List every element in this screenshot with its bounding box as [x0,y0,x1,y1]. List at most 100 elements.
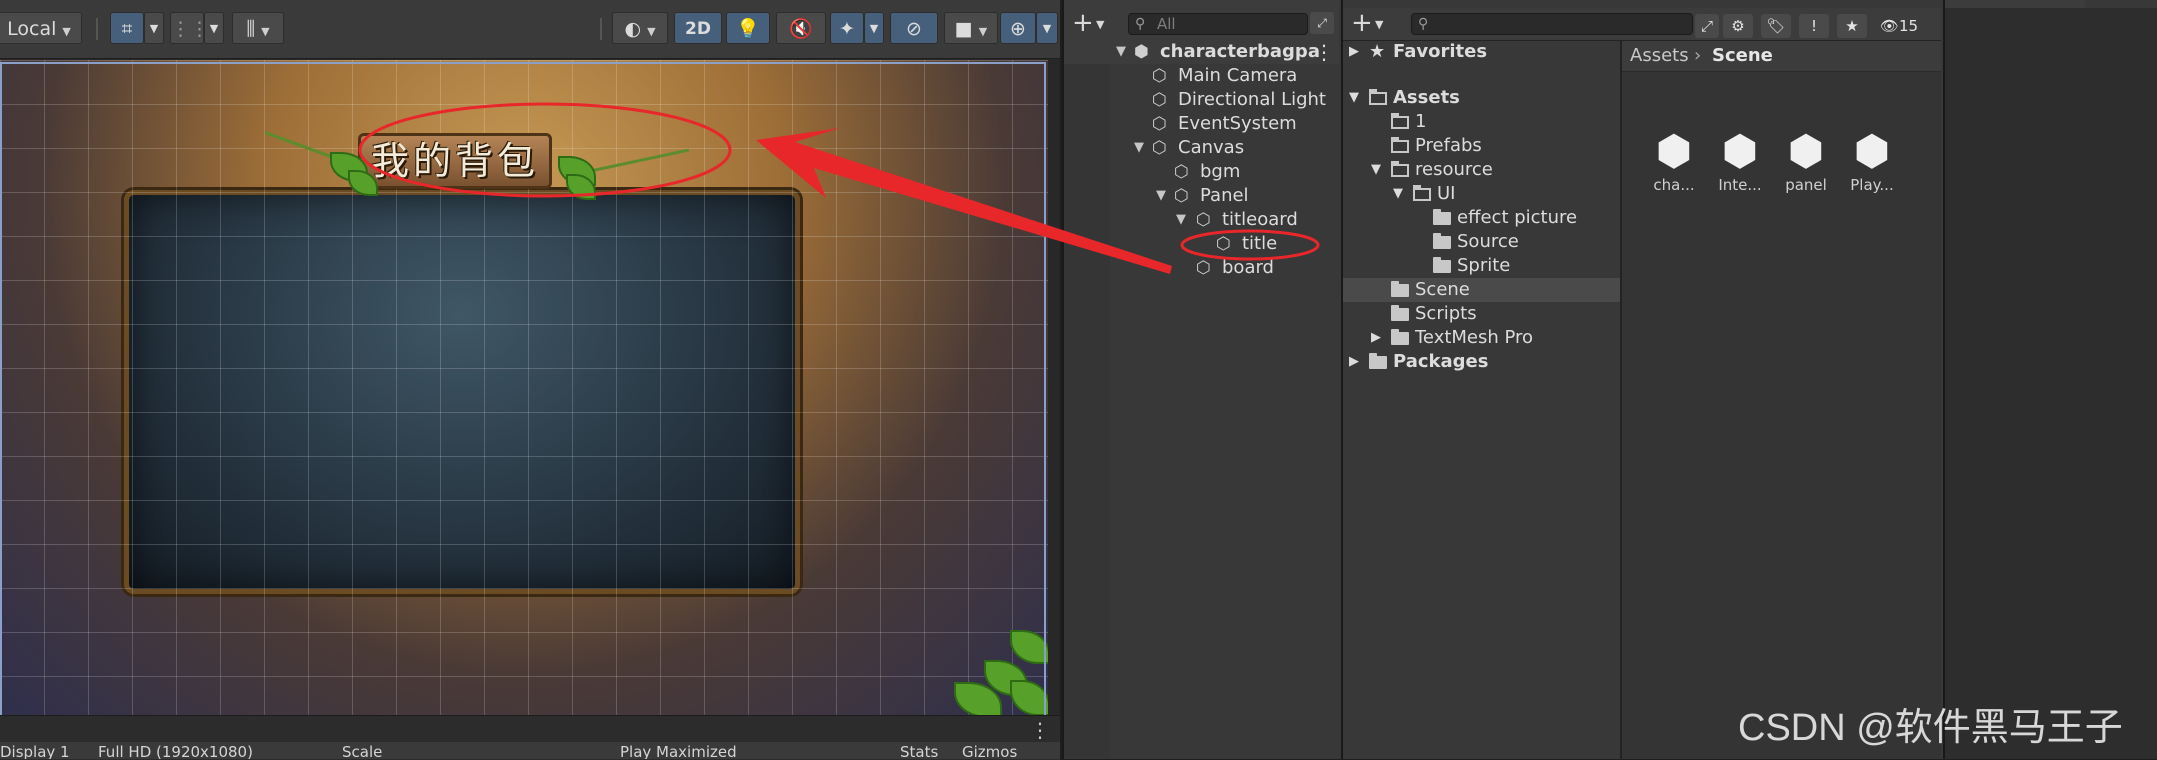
effects-icon[interactable]: ✦ [830,12,864,44]
filter-by-label-icon[interactable]: 🏷 [1761,14,1791,38]
collapse-arrow-icon[interactable]: ▶ [1371,326,1381,350]
hierarchy-item-board[interactable]: ⬡ board [1064,256,1339,280]
2d-mode-toggle[interactable]: 2D [674,12,722,44]
pivot-rotation-dropdown[interactable]: Local ▼ [0,12,82,44]
search-by-type-icon[interactable]: ⤢ [1310,12,1334,34]
gameobject-cube-icon: ⬡ [1174,186,1189,206]
toolbar-divider [600,18,602,40]
chevron-down-icon[interactable]: ▼ [1375,10,1383,40]
log-types-icon[interactable]: ! [1799,14,1829,38]
folder-row-source[interactable]: Source [1343,230,1620,254]
expand-arrow-icon[interactable]: ▼ [1176,208,1186,232]
game-view-toolbar: Display 1 Full HD (1920x1080) Scale Play… [0,742,1060,759]
asset-tile[interactable]: ⬢ panel [1776,126,1836,194]
expand-arrow-icon[interactable]: ▼ [1134,136,1144,160]
search-icon: ⚲ [1418,16,1429,32]
assets-root-row[interactable]: ▼ Assets [1343,86,1620,110]
scene-visibility-icon[interactable]: ⊘ [890,12,938,44]
collapse-arrow-icon[interactable]: ▶ [1349,40,1359,64]
gizmos-icon[interactable]: ⊕ [1000,12,1036,44]
resolution-dropdown[interactable]: Full HD (1920x1080) [98,743,253,759]
camera-icon[interactable]: ■ ▼ [944,12,998,44]
hierarchy-item-title[interactable]: ⬡ title [1064,232,1339,256]
scene-root-row[interactable]: ▼ ⬢ characterbagpa ⋮ [1064,40,1339,64]
folder-row-sprite[interactable]: Sprite [1343,254,1620,278]
folder-row-effect-picture[interactable]: effect picture [1343,206,1620,230]
tab-inspector[interactable] [1945,0,2085,8]
project-search-input[interactable]: ⚲ [1411,13,1693,35]
favorites-row[interactable]: ▶ ★ Favorites [1343,40,1620,64]
expand-arrow-icon[interactable]: ▼ [1349,86,1359,110]
more-options-icon[interactable]: ⋮ [1030,718,1050,742]
folder-row-scripts[interactable]: Scripts [1343,302,1620,326]
project-toolbar: + ▼ ⚲ ⤢ ⚙ 🏷 ! ★ 👁15 [1343,8,1941,41]
create-plus-icon[interactable]: + [1351,8,1373,38]
hierarchy-item-bgm[interactable]: ⬡ bgm [1064,160,1339,184]
filter-by-type-icon[interactable]: ⚙ [1723,14,1753,38]
hierarchy-search-input[interactable]: ⚲ All [1128,13,1308,35]
pivot-rotation-label: Local [7,18,57,40]
item-label: Canvas [1178,137,1245,158]
asset-tile[interactable]: ⬢ Play... [1842,126,1902,194]
snap-increment-icon[interactable]: ⋮⋮ [170,12,209,44]
packages-label: Packages [1393,351,1489,372]
expand-arrow-icon[interactable]: ▼ [1393,182,1403,206]
chevron-down-icon[interactable]: ▼ [864,12,884,44]
draw-mode-icon[interactable]: ◐ ▼ [612,12,668,44]
folder-row-prefabs[interactable]: Prefabs [1343,134,1620,158]
stats-button[interactable]: Stats [900,743,938,759]
folder-row-textmesh-pro[interactable]: ▶ TextMesh Pro [1343,326,1620,350]
gameobject-cube-icon: ⬡ [1216,234,1231,254]
tab-hierarchy[interactable] [1064,0,1339,8]
more-options-icon[interactable]: ⋮ [1314,40,1334,64]
folder-row-scene[interactable]: Scene [1343,278,1620,302]
hierarchy-item-main-camera[interactable]: ⬡ Main Camera [1064,64,1339,88]
asset-tile[interactable]: ⬢ cha... [1644,126,1704,194]
gameobject-cube-icon: ⬡ [1152,138,1167,158]
grid-snap-icon[interactable]: ⌗ [110,12,144,44]
item-label: Main Camera [1178,65,1298,86]
folder-label: Scene [1415,279,1470,300]
hierarchy-item-titleoard[interactable]: ▼ ⬡ titleoard [1064,208,1339,232]
expand-arrow-icon[interactable]: ▼ [1156,184,1166,208]
folder-icon [1433,233,1451,249]
gameobject-cube-icon: ⬡ [1152,90,1167,110]
expand-arrow-icon[interactable]: ▼ [1371,158,1381,182]
chevron-down-icon[interactable]: ▼ [204,12,224,44]
folder-icon [1433,209,1451,225]
hidden-packages-toggle[interactable]: 👁15 [1875,14,1923,38]
favorites-star-icon[interactable]: ★ [1837,14,1867,38]
folder-row-1[interactable]: 1 [1343,110,1620,134]
chevron-down-icon[interactable]: ▼ [1096,10,1104,40]
folder-row-resource[interactable]: ▼ resource [1343,158,1620,182]
packages-row[interactable]: ▶ Packages [1343,350,1620,374]
collapse-arrow-icon[interactable]: ▶ [1349,350,1359,374]
lighting-icon[interactable]: 💡 [726,12,770,44]
scale-slider-label[interactable]: Scale [342,743,382,759]
item-label: Directional Light [1178,89,1326,110]
breadcrumb-root[interactable]: Assets [1630,41,1689,71]
folder-row-ui[interactable]: ▼ UI [1343,182,1620,206]
create-plus-icon[interactable]: + [1072,8,1094,38]
gizmos-button[interactable]: Gizmos [962,743,1017,759]
search-by-type-icon[interactable]: ⤢ [1695,14,1719,38]
favorites-star-icon: ★ [1369,41,1386,62]
folder-icon [1433,257,1451,273]
hierarchy-item-eventsystem[interactable]: ⬡ EventSystem [1064,112,1339,136]
audio-mute-icon[interactable]: 🔇 [776,12,826,44]
ruler-icon[interactable]: ⫼ ▼ [232,12,284,44]
gameobject-cube-icon: ⬡ [1152,66,1167,86]
scene-viewport[interactable]: 我的背包 [0,60,1048,715]
asset-tile[interactable]: ⬢ Inte... [1710,126,1770,194]
display-dropdown[interactable]: Display 1 [0,743,70,759]
expand-arrow-icon[interactable]: ▼ [1116,40,1126,64]
breadcrumb-current[interactable]: Scene [1712,41,1773,71]
hierarchy-item-panel[interactable]: ▼ ⬡ Panel [1064,184,1339,208]
hierarchy-item-directional-light[interactable]: ⬡ Directional Light [1064,88,1339,112]
gameobject-cube-icon: ⬡ [1196,258,1211,278]
chevron-down-icon[interactable]: ▼ [1036,12,1058,44]
hierarchy-item-canvas[interactable]: ▼ ⬡ Canvas [1064,136,1339,160]
folder-label: 1 [1415,111,1427,132]
play-mode-dropdown[interactable]: Play Maximized [620,743,737,759]
chevron-down-icon[interactable]: ▼ [144,12,164,44]
